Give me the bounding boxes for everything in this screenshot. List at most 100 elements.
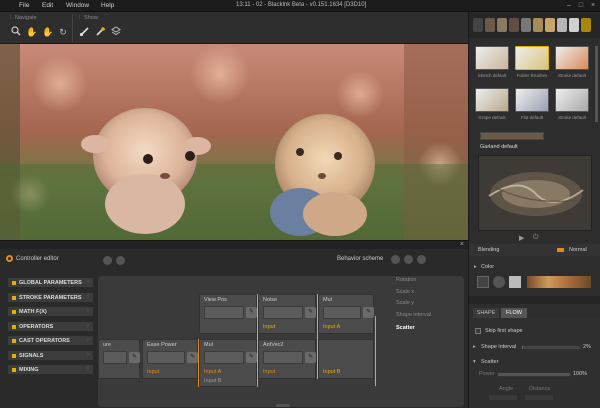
scroll-handle[interactable] [276, 404, 290, 407]
node-edit-icon[interactable]: ✎ [246, 307, 257, 318]
node-input-port[interactable]: Input A [204, 369, 221, 375]
menu-edit[interactable]: Edit [42, 2, 53, 9]
brush-preset-thumbnail[interactable] [555, 46, 589, 70]
zoom-in-icon[interactable] [417, 255, 426, 264]
node-edit-icon[interactable]: ✎ [246, 352, 257, 363]
node-graph[interactable]: View Pos ✎ Noise ✎ Input Mul ✎ Input A u… [98, 276, 464, 407]
brush-tool-icon[interactable] [497, 18, 507, 32]
menu-window[interactable]: Window [66, 2, 89, 9]
brush-tool-icon[interactable] [569, 18, 579, 32]
node-mul-input-b[interactable]: Input B [318, 339, 374, 379]
category-item[interactable]: OPERATORS › [7, 320, 94, 332]
node-noise[interactable]: Noise ✎ Input [258, 294, 316, 334]
brush-preset-thumbnail[interactable] [475, 46, 509, 70]
power-slider[interactable] [497, 372, 571, 377]
brush-tool-icon[interactable] [545, 18, 555, 32]
brush-tool-icon[interactable] [557, 18, 567, 32]
minimize-icon[interactable]: – [565, 2, 573, 9]
node-partial[interactable]: ure ✎ [98, 339, 140, 379]
brush-preset-thumbnail[interactable] [475, 88, 509, 112]
distance-slider[interactable] [525, 395, 553, 400]
node-view-pos[interactable]: View Pos ✎ [199, 294, 257, 334]
forward-icon[interactable] [116, 256, 125, 265]
node-ease-power[interactable]: Ease Power ✎ Input [142, 339, 198, 379]
brush-tool-icon[interactable] [533, 18, 543, 32]
reset-icon[interactable]: ⏻ [533, 234, 539, 242]
behavior-item[interactable]: Shape interval [396, 312, 431, 318]
category-bullet-icon [12, 339, 16, 343]
node-mul[interactable]: Mul ✎ Input A [318, 294, 374, 334]
brush-preset-thumbnail[interactable] [515, 46, 549, 70]
category-item[interactable]: SIGNALS › [7, 349, 94, 361]
preset-scrollbar[interactable] [595, 46, 598, 122]
layers-icon[interactable] [110, 26, 122, 38]
back-icon[interactable] [103, 256, 112, 265]
close-icon[interactable]: × [589, 2, 597, 9]
hand-pan-icon[interactable]: ✋ [42, 26, 54, 38]
node-edit-icon[interactable]: ✎ [305, 307, 316, 318]
hand-icon[interactable]: ✋ [26, 26, 38, 38]
menu-help[interactable]: Help [101, 2, 114, 9]
skip-first-shape-checkbox[interactable] [475, 328, 481, 334]
node-mul-bottom[interactable]: Mul ✎ Input A Input B [199, 339, 257, 387]
brush-alt-icon[interactable] [94, 26, 106, 38]
scatter-label: Scatter [481, 359, 499, 365]
node-edit-icon[interactable]: ✎ [129, 352, 140, 363]
brush-icon[interactable] [78, 26, 90, 38]
maximize-icon[interactable]: □ [577, 2, 585, 9]
color-gradient[interactable] [527, 276, 591, 288]
preset-strip [480, 132, 544, 140]
behavior-item[interactable]: Scale x [396, 289, 414, 295]
node-antvec2[interactable]: AntVec2 ✎ Input [258, 339, 316, 379]
node-input-port[interactable]: Input A [323, 324, 340, 330]
category-item[interactable]: CAST OPERATORS › [7, 335, 94, 346]
node-preview [323, 306, 361, 319]
angle-slider[interactable] [489, 395, 517, 400]
brush-preset-thumbnail[interactable] [555, 88, 589, 112]
node-input-port[interactable]: Input [263, 369, 275, 375]
node-input-port[interactable]: Input B [204, 378, 221, 384]
behavior-item[interactable]: Rotation [396, 277, 417, 283]
brush-tool-icon[interactable] [473, 18, 483, 32]
shape-interval-label: Shape interval [481, 344, 517, 350]
shape-interval-slider[interactable] [521, 345, 581, 350]
menu-file[interactable]: File [19, 2, 29, 9]
tab-shape[interactable]: SHAPE [473, 308, 499, 318]
node-input-port[interactable]: Input [263, 324, 275, 330]
node-title: Noise [263, 297, 278, 303]
close-icon[interactable]: × [460, 241, 464, 248]
zoom-out-icon[interactable] [391, 255, 400, 264]
category-item[interactable]: MATH F(X) › [7, 306, 94, 317]
rotate-icon[interactable]: ↻ [57, 26, 69, 38]
category-label: GLOBAL PARAMETERS [19, 280, 82, 286]
brush-preset-thumbnail[interactable] [515, 88, 549, 112]
brush-tool-icon[interactable] [485, 18, 495, 32]
play-icon[interactable]: ▶ [519, 234, 524, 242]
node-input-port[interactable]: Input B [323, 369, 340, 375]
expand-icon[interactable]: ▸ [473, 344, 476, 350]
category-item[interactable]: MIXING › [7, 364, 94, 375]
category-item[interactable]: GLOBAL PARAMETERS › [7, 277, 94, 288]
search-icon[interactable] [10, 26, 22, 38]
color-mode-icon[interactable] [509, 276, 521, 288]
category-item[interactable]: STROKE PARAMETERS › [7, 291, 94, 303]
collapse-icon[interactable]: ▸ [474, 264, 477, 270]
blending-value[interactable]: Normal [569, 247, 587, 253]
tab-flow[interactable]: FLOW [501, 308, 527, 318]
behavior-scheme-label: Behavior scheme [337, 256, 384, 262]
behavior-item[interactable]: Scale y [396, 300, 414, 306]
node-edit-icon[interactable]: ✎ [363, 307, 374, 318]
fit-icon[interactable] [404, 255, 413, 264]
color-mode-icon[interactable] [493, 276, 505, 288]
node-edit-icon[interactable]: ✎ [187, 352, 198, 363]
painting-canvas[interactable] [0, 44, 468, 240]
brush-tool-icon[interactable] [581, 18, 591, 32]
blending-row[interactable]: Blending Normal [469, 244, 600, 256]
brush-tool-icon[interactable] [521, 18, 531, 32]
brush-tool-icon[interactable] [509, 18, 519, 32]
expand-icon[interactable]: ▾ [473, 359, 476, 365]
behavior-item[interactable]: Scatter [396, 325, 415, 331]
node-input-port[interactable]: Input [147, 369, 159, 375]
color-mode-icon[interactable] [477, 276, 489, 288]
node-edit-icon[interactable]: ✎ [305, 352, 316, 363]
